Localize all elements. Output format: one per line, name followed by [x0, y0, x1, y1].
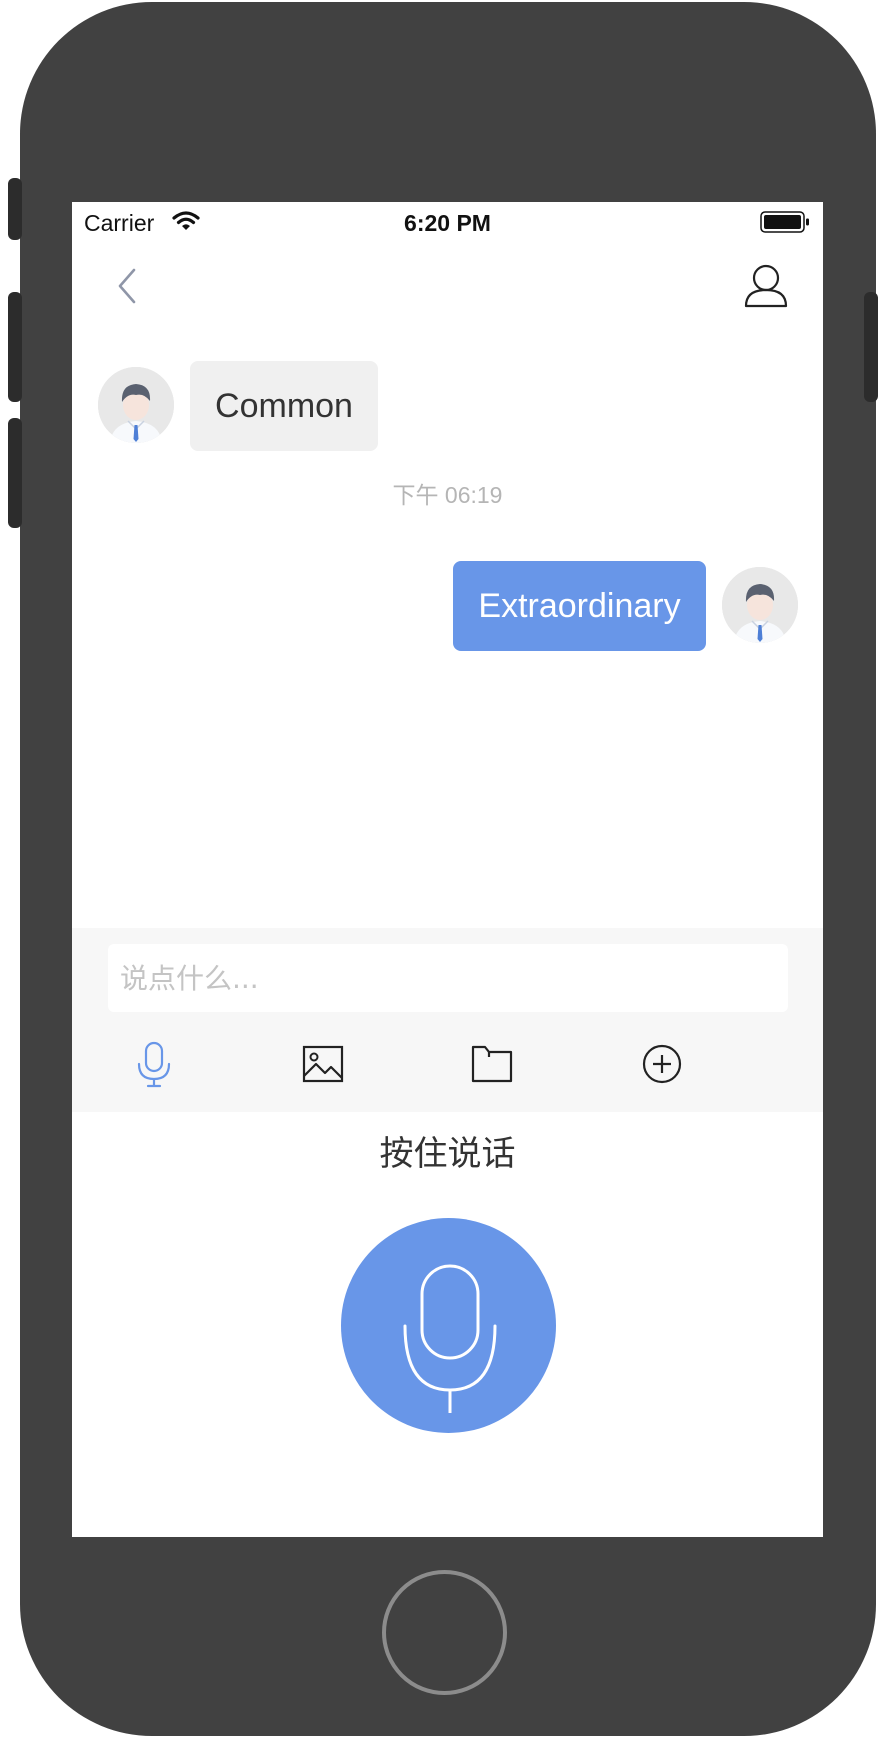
outgoing-avatar[interactable]: [722, 567, 798, 643]
message-timestamp: 下午 06:19: [392, 482, 503, 508]
microphone-icon: [403, 1264, 497, 1413]
incoming-avatar[interactable]: [98, 367, 174, 443]
image-icon: [302, 1045, 344, 1083]
more-tool-button[interactable]: [638, 1040, 686, 1088]
file-tool-button[interactable]: [468, 1040, 516, 1088]
user-icon: [744, 264, 788, 308]
avatar-icon: [722, 567, 798, 643]
status-time: 6:20 PM: [404, 210, 491, 236]
image-tool-button[interactable]: [299, 1040, 347, 1088]
status-bar: Carrier 6:20 PM: [72, 202, 823, 242]
volume-down-button: [8, 418, 22, 528]
plus-circle-icon: [642, 1044, 682, 1084]
profile-button[interactable]: [742, 262, 790, 310]
back-button[interactable]: [106, 264, 150, 308]
battery-icon: [760, 211, 809, 233]
home-button[interactable]: [382, 1570, 507, 1695]
incoming-message-bubble[interactable]: Common: [190, 361, 378, 451]
voice-tool-button[interactable]: [130, 1040, 178, 1088]
mute-switch: [8, 178, 22, 240]
power-button: [864, 292, 878, 402]
chevron-left-icon: [118, 268, 136, 304]
folder-icon: [471, 1045, 513, 1083]
outgoing-message-bubble[interactable]: Extraordinary: [453, 561, 706, 651]
microphone-icon: [137, 1041, 171, 1088]
record-voice-button[interactable]: [341, 1218, 556, 1433]
nav-bar: [72, 242, 823, 332]
hold-to-talk-label: 按住说话: [379, 1134, 516, 1174]
app-screen: Carrier 6:20 PM Common 下午 06:19 Extraord…: [72, 202, 823, 1537]
avatar-icon: [98, 367, 174, 443]
composer-bar: [72, 928, 823, 1112]
volume-up-button: [8, 292, 22, 402]
message-input[interactable]: [108, 944, 788, 1012]
